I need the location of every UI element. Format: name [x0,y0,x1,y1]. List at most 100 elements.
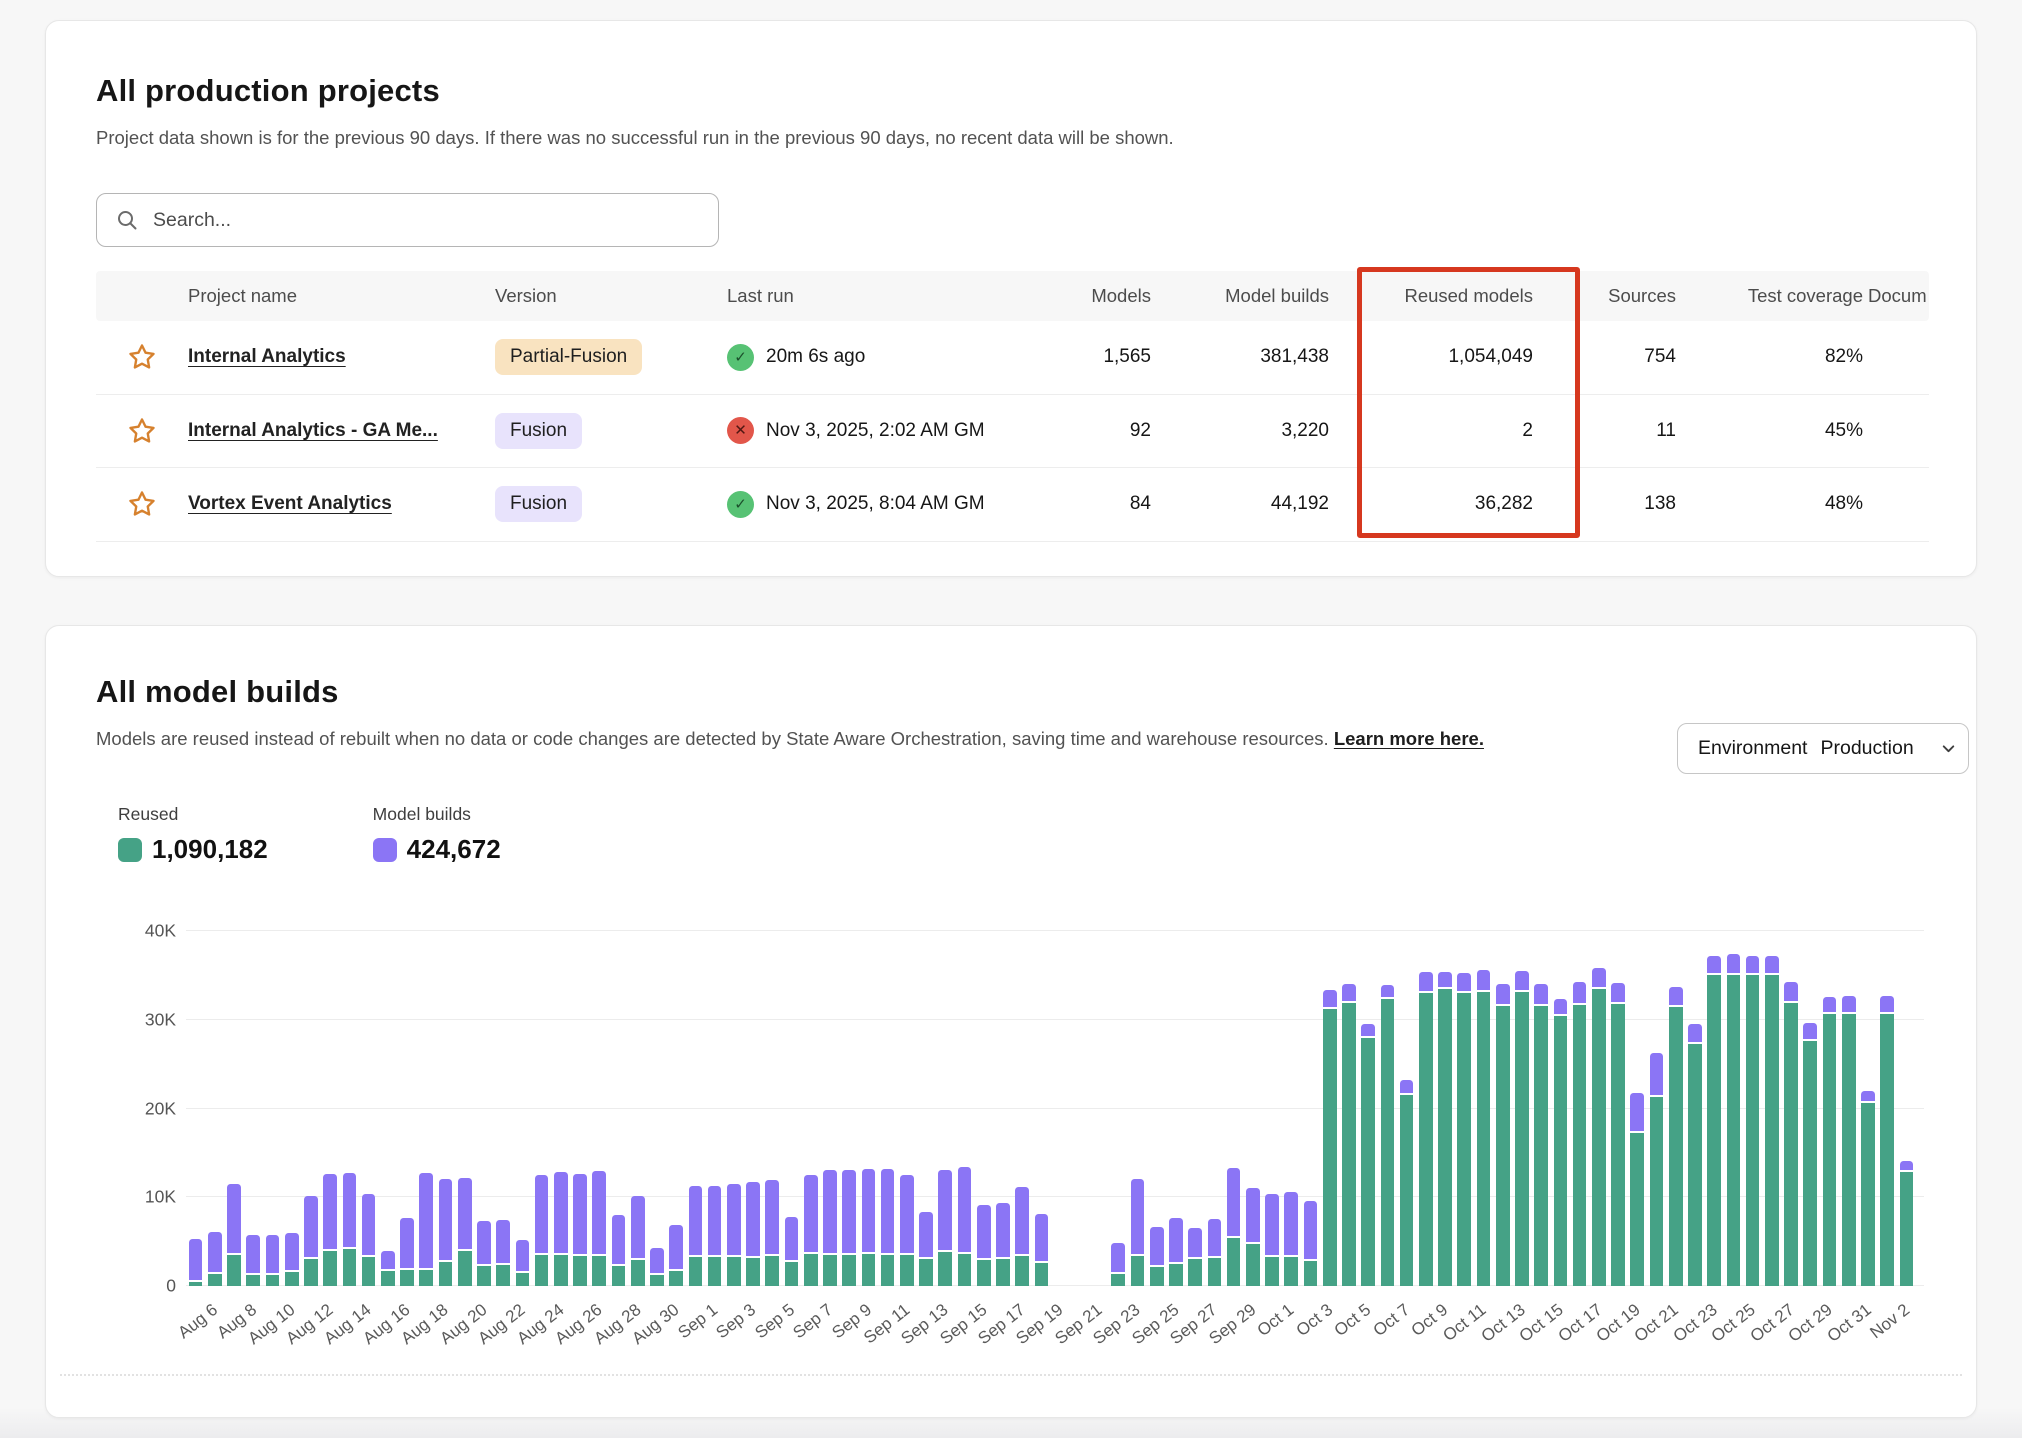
version-badge: Partial-Fusion [495,339,642,375]
dashboard-page: All production projects Project data sho… [0,0,2022,1438]
projects-table-header: Project nameVersionLast runModelsModel b… [96,271,1929,321]
bar-segment-reused [1784,1003,1798,1286]
bar-segment-model-builds [881,1169,895,1255]
project-search[interactable] [96,193,719,247]
table-row: Internal Analytics Partial-Fusion ✓20m 6s … [96,321,1929,395]
bar-segment-reused [592,1256,606,1286]
version-cell: Partial-Fusion [495,339,727,375]
environment-dropdown-label: Environment [1698,737,1807,760]
bar-segment-model-builds [458,1178,472,1251]
reused-models-cell: 2 [1329,420,1533,442]
chart-bar [881,1169,895,1286]
bar-segment-reused [266,1275,280,1286]
chart-bar [1284,1192,1298,1286]
bar-segment-reused [381,1271,395,1286]
bar-segment-model-builds [1707,956,1721,976]
chart-bar [246,1235,260,1286]
bar-segment-reused [1823,1014,1837,1286]
bar-segment-reused [881,1255,895,1286]
last-run-cell: ✕Nov 3, 2025, 2:02 AM GM [727,417,1021,444]
bar-segment-reused [1457,993,1471,1286]
chart-y-axis: 010K20K30K40K [56,931,176,1286]
column-header-models: Models [1021,285,1151,307]
chart-bar [1630,1093,1644,1286]
bar-segment-reused [458,1251,472,1286]
favorite-cell [96,487,188,521]
models-cell: 84 [1021,493,1151,515]
bar-segment-reused [1669,1007,1683,1286]
favorite-star-button[interactable] [125,340,159,374]
bar-segment-reused [1169,1264,1183,1286]
chart-bar [1246,1188,1260,1286]
chart-bar [977,1205,991,1286]
star-icon [127,489,157,519]
legend-reused: Reused 1,090,182 [118,804,268,865]
legend-reused-label: Reused [118,804,268,825]
column-header-last-run: Last run [727,285,1021,307]
bar-segment-reused [958,1254,972,1286]
search-input[interactable] [153,209,700,232]
y-tick-label: 30K [145,1009,176,1030]
bar-segment-reused [669,1271,683,1286]
bar-segment-reused [938,1252,952,1286]
reused-models-cell: 1,054,049 [1329,346,1533,368]
chart-bar [227,1184,241,1286]
favorite-star-button[interactable] [125,414,159,448]
chart-bar [208,1232,222,1286]
bar-segment-reused [1246,1244,1260,1286]
projects-table: Project nameVersionLast runModelsModel b… [96,271,1929,542]
bar-segment-model-builds [612,1215,626,1266]
project-name-cell: Internal Analytics - GA Me... [188,420,495,442]
bar-segment-model-builds [246,1235,260,1275]
column-header-sources: Sources [1533,285,1676,307]
bar-segment-model-builds [439,1179,453,1261]
environment-dropdown[interactable]: Environment Production [1677,723,1969,774]
bar-segment-reused [1707,975,1721,1286]
sources-cell: 138 [1533,493,1676,515]
bar-segment-model-builds [785,1217,799,1262]
chart-bar [996,1203,1010,1286]
last-run-cell: ✓20m 6s ago [727,344,1021,371]
chart-bar [842,1170,856,1286]
bar-segment-model-builds [1880,996,1894,1014]
project-name-link[interactable]: Internal Analytics - GA Me... [188,420,438,441]
bar-segment-model-builds [1265,1194,1279,1256]
x-tick-label: Sep 5 [751,1300,798,1343]
chart-bar [1900,1161,1914,1286]
x-tick-label: Oct 23 [1669,1300,1721,1347]
bar-segment-reused [823,1255,837,1286]
bar-segment-reused [862,1254,876,1286]
chart-bar [1015,1187,1029,1286]
bar-segment-reused [1573,1005,1587,1286]
bar-segment-model-builds [1496,984,1510,1006]
chart-bar [477,1221,491,1286]
bar-segment-model-builds [1823,997,1837,1014]
bar-segment-reused [1304,1261,1318,1286]
x-tick-label: Oct 15 [1516,1300,1568,1347]
bar-segment-model-builds [304,1196,318,1259]
bar-segment-model-builds [496,1220,510,1265]
models-cell: 1,565 [1021,346,1151,368]
builds-card-subtitle-text: Models are reused instead of rebuilt whe… [96,728,1329,749]
bar-segment-reused [189,1282,203,1286]
project-name-link[interactable]: Internal Analytics [188,346,346,367]
sources-cell: 11 [1533,420,1676,442]
chart-bar [1707,956,1721,1286]
chart-bar [535,1175,549,1286]
bar-segment-model-builds [1188,1228,1202,1259]
chart-bar [1823,997,1837,1286]
bar-segment-model-builds [765,1180,779,1256]
favorite-star-button[interactable] [125,487,159,521]
chart-bar [304,1196,318,1286]
bar-segment-model-builds [823,1170,837,1255]
learn-more-link[interactable]: Learn more here. [1334,728,1484,749]
bar-segment-reused [1688,1044,1702,1286]
bar-segment-model-builds [1419,972,1433,994]
project-name-link[interactable]: Vortex Event Analytics [188,493,392,514]
bar-segment-model-builds [1592,968,1606,989]
bar-segment-reused [1150,1267,1164,1286]
bar-segment-model-builds [842,1170,856,1255]
chart-bar [862,1169,876,1286]
model-builds-cell: 44,192 [1151,493,1329,515]
chart-legend: Reused 1,090,182 Model builds 424,672 [118,804,501,865]
